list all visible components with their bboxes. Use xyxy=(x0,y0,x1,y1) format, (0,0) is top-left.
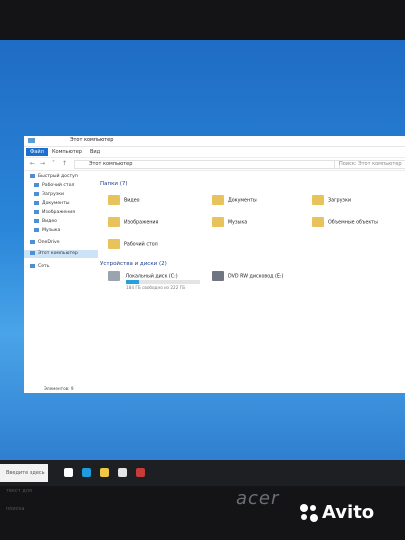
acer-logo: acer xyxy=(236,488,280,509)
sidebar-item-desktop[interactable]: Рабочий стол xyxy=(34,182,74,190)
sidebar-item-video[interactable]: Видео xyxy=(34,218,57,226)
hard-drive-icon xyxy=(108,271,120,281)
cloud-icon xyxy=(30,239,35,244)
task-view-icon[interactable] xyxy=(64,468,73,477)
folder-documents[interactable]: Документы xyxy=(212,195,257,205)
dvd-drive-icon xyxy=(212,271,224,281)
content-pane: Папки (7) Видео Документы Загрузки Изобр… xyxy=(96,173,405,383)
video-icon xyxy=(34,218,39,223)
address-input[interactable]: Этот компьютер xyxy=(74,160,340,169)
title-bar: Этот компьютер xyxy=(24,136,405,147)
status-bar-count: Элементов: 9 xyxy=(44,386,74,391)
computer-icon xyxy=(30,250,35,255)
tab-view[interactable]: Вид xyxy=(86,148,104,156)
folder-3d-objects[interactable]: Объемные объекты xyxy=(312,217,378,227)
network-icon xyxy=(30,263,35,268)
3d-objects-folder-icon xyxy=(312,217,324,227)
chevron-down-icon[interactable]: ˅ xyxy=(52,160,55,167)
sidebar-item-pictures[interactable]: Изображения xyxy=(34,209,75,217)
ribbon: Файл Компьютер Вид xyxy=(24,147,405,158)
drive-free-space: 184 ГБ свободно из 222 ГБ xyxy=(126,285,186,290)
explorer-icon[interactable] xyxy=(100,468,109,477)
computer-icon xyxy=(28,138,35,143)
sidebar-item-network[interactable]: Сеть xyxy=(30,263,49,271)
up-icon[interactable]: ↑ xyxy=(62,160,67,167)
drive-usage-fill xyxy=(126,280,139,284)
pictures-folder-icon xyxy=(108,217,120,227)
folders-group-header[interactable]: Папки (7) xyxy=(100,181,128,187)
taskbar-search-input[interactable]: Введите здесь текст для поиска xyxy=(0,464,48,512)
folder-music[interactable]: Музыка xyxy=(212,217,247,227)
folder-downloads[interactable]: Загрузки xyxy=(312,195,351,205)
store-icon[interactable] xyxy=(118,468,127,477)
avito-logo-icon xyxy=(300,504,318,522)
file-explorer-window: Этот компьютер Файл Компьютер Вид ← → ˅ … xyxy=(24,136,405,393)
sidebar-item-documents[interactable]: Документы xyxy=(34,200,70,208)
tab-computer[interactable]: Компьютер xyxy=(48,148,86,156)
navigation-pane: Быстрый доступ Рабочий стол Загрузки Док… xyxy=(24,173,98,383)
edge-icon[interactable] xyxy=(82,468,91,477)
tab-file[interactable]: Файл xyxy=(26,148,48,156)
back-icon[interactable]: ← xyxy=(30,160,35,167)
window-title: Этот компьютер xyxy=(70,137,114,143)
sidebar-item-music[interactable]: Музыка xyxy=(34,227,60,235)
documents-folder-icon xyxy=(212,195,224,205)
music-icon xyxy=(34,227,39,232)
sidebar-item-onedrive[interactable]: OneDrive xyxy=(30,239,60,247)
folder-video[interactable]: Видео xyxy=(108,195,140,205)
desktop-icon xyxy=(34,182,39,187)
folder-pictures[interactable]: Изображения xyxy=(108,217,158,227)
folder-desktop[interactable]: Рабочий стол xyxy=(108,239,158,249)
pictures-icon xyxy=(34,209,39,214)
sidebar-item-quick-access[interactable]: Быстрый доступ xyxy=(30,173,78,181)
documents-icon xyxy=(34,200,39,205)
search-input[interactable]: Поиск: Этот компьютер xyxy=(334,160,405,169)
sidebar-item-this-pc[interactable]: Этот компьютер xyxy=(24,250,98,258)
avito-watermark: Avito xyxy=(300,502,374,523)
desktop-folder-icon xyxy=(108,239,120,249)
drive-c[interactable]: Локальный диск (C:) 184 ГБ свободно из 2… xyxy=(108,271,208,291)
address-bar-row: ← → ˅ ↑ Этот компьютер Поиск: Этот компь… xyxy=(24,158,405,171)
drive-usage-bar xyxy=(126,280,200,284)
sidebar-item-downloads[interactable]: Загрузки xyxy=(34,191,64,199)
drive-e[interactable]: DVD RW дисковод (E:) xyxy=(212,271,283,281)
music-folder-icon xyxy=(212,217,224,227)
star-icon xyxy=(30,173,35,178)
video-folder-icon xyxy=(108,195,120,205)
app-icon[interactable] xyxy=(136,468,145,477)
forward-icon[interactable]: → xyxy=(40,160,45,167)
taskbar: Введите здесь текст для поиска xyxy=(0,460,405,512)
download-icon xyxy=(34,191,39,196)
downloads-folder-icon xyxy=(312,195,324,205)
devices-group-header[interactable]: Устройства и диски (2) xyxy=(100,261,167,267)
